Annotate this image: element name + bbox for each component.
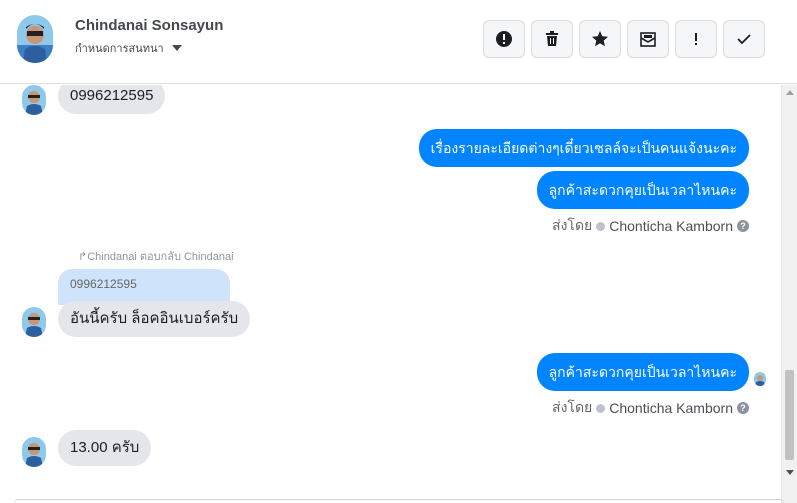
avatar <box>22 85 46 115</box>
scrollbar[interactable] <box>781 85 797 503</box>
seen-avatar-icon <box>754 372 766 386</box>
star-button[interactable] <box>579 20 621 58</box>
avatar <box>22 307 46 337</box>
status-dot-icon <box>596 221 606 231</box>
conversation-window: Chindanai Sonsayun กำหนดการสนทนา 0996212… <box>0 0 797 503</box>
done-button[interactable] <box>723 20 765 58</box>
outgoing-message[interactable]: ลูกค้าสะดวกคุยเป็นเวลาไหนคะ <box>536 353 749 391</box>
star-icon <box>592 31 608 47</box>
scroll-up-icon[interactable] <box>786 90 794 95</box>
assign-conversation-dropdown[interactable]: กำหนดการสนทนา <box>75 39 182 57</box>
alert-circle-icon <box>496 31 512 47</box>
incoming-message[interactable]: อันนี้ครับ ล็อคอินเบอร์ครับ <box>58 301 251 337</box>
help-icon[interactable]: ? <box>737 220 749 232</box>
check-icon <box>737 34 751 45</box>
sent-by-label: ส่งโดย Chonticha Kamborn ? <box>552 215 749 237</box>
scrollbar-thumb[interactable] <box>785 370 794 460</box>
sent-by-label: ส่งโดย Chonticha Kamborn ? <box>552 397 749 419</box>
report-button[interactable] <box>483 20 525 58</box>
conversation-header: Chindanai Sonsayun กำหนดการสนทนา <box>0 0 797 84</box>
reply-note-text: Chindanai ตอบกลับ Chindanai <box>87 251 234 263</box>
trash-icon <box>546 31 558 46</box>
scroll-down-icon[interactable] <box>786 470 794 475</box>
composer-edge <box>14 499 784 503</box>
sender-name[interactable]: Chonticha Kamborn <box>609 400 733 416</box>
outgoing-message[interactable]: เรื่องรายละเอียดต่างๆเดี๋ยวเซลล์จะเป็นคน… <box>418 129 749 167</box>
assign-label: กำหนดการสนทนา <box>75 43 164 55</box>
contact-name: Chindanai Sonsayun <box>75 17 224 34</box>
header-actions <box>483 20 765 58</box>
mark-unread-button[interactable] <box>627 20 669 58</box>
sent-by-prefix: ส่งโดย <box>552 217 593 233</box>
quoted-message[interactable]: 0996212595 <box>58 269 230 305</box>
sender-name[interactable]: Chonticha Kamborn <box>609 218 733 234</box>
delete-button[interactable] <box>531 20 573 58</box>
status-dot-icon <box>596 403 606 413</box>
avatar <box>22 437 46 467</box>
chevron-down-icon <box>171 45 182 51</box>
incoming-message[interactable]: 13.00 ครับ <box>58 430 152 466</box>
sent-by-prefix: ส่งโดย <box>552 399 593 415</box>
incoming-message[interactable]: 0996212595 <box>58 85 166 114</box>
important-button[interactable] <box>675 20 717 58</box>
exclamation-icon <box>695 33 697 45</box>
reply-arrow-icon: ↱ <box>78 251 88 263</box>
help-icon[interactable]: ? <box>737 402 749 414</box>
reply-note: ↱Chindanai ตอบกลับ Chindanai <box>78 247 234 265</box>
avatar[interactable] <box>17 15 53 63</box>
outgoing-message[interactable]: ลูกค้าสะดวกคุยเป็นเวลาไหนคะ <box>536 171 749 209</box>
message-list[interactable]: 0996212595 เรื่องรายละเอียดต่างๆเดี๋ยวเซ… <box>0 85 781 503</box>
envelope-icon <box>640 32 656 47</box>
